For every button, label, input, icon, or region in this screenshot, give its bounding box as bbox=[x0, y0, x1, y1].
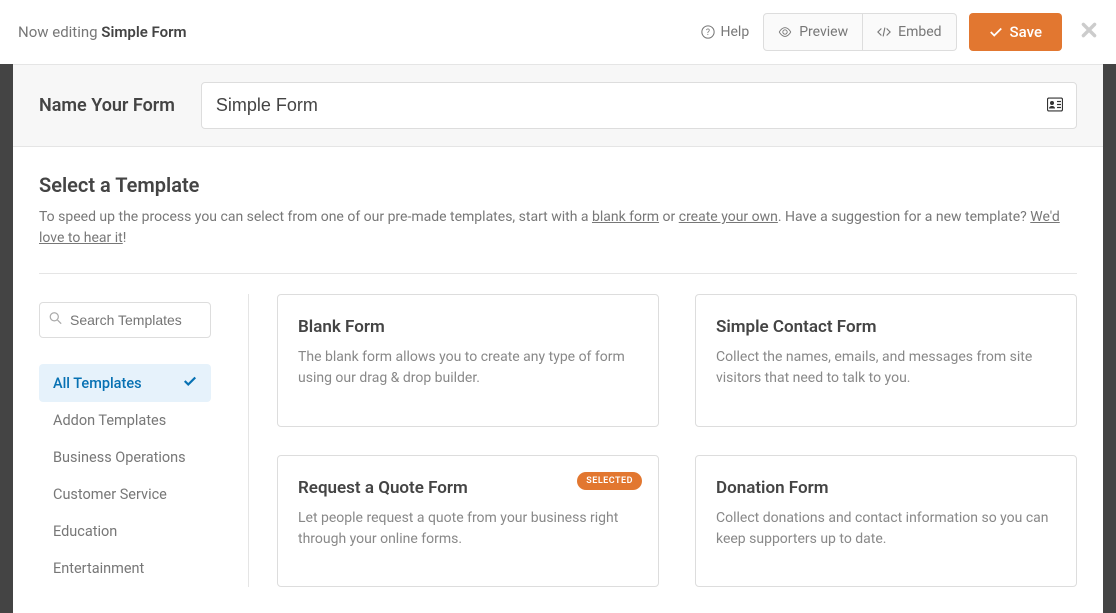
preview-button[interactable]: Preview bbox=[763, 13, 863, 51]
editing-prefix: Now editing bbox=[18, 23, 101, 41]
eye-icon bbox=[778, 25, 792, 39]
template-body: All Templates Addon Templates Business O… bbox=[39, 294, 1077, 587]
help-icon: ? bbox=[701, 25, 715, 39]
template-card-title: Simple Contact Form bbox=[716, 317, 1056, 337]
template-card-simple-contact[interactable]: Simple Contact Form Collect the names, e… bbox=[695, 294, 1077, 427]
svg-text:?: ? bbox=[705, 28, 709, 38]
name-input-wrap bbox=[201, 82, 1077, 129]
help-button[interactable]: ? Help bbox=[687, 14, 764, 50]
template-card-desc: The blank form allows you to create any … bbox=[298, 347, 638, 389]
desc-prefix: To speed up the process you can select f… bbox=[39, 209, 592, 225]
templates-grid: Blank Form The blank form allows you to … bbox=[249, 294, 1077, 587]
save-label: Save bbox=[1010, 23, 1042, 41]
template-sidebar: All Templates Addon Templates Business O… bbox=[39, 294, 249, 587]
help-label: Help bbox=[721, 24, 750, 40]
category-label: Business Operations bbox=[53, 449, 186, 466]
left-gutter bbox=[0, 64, 13, 544]
desc-suffix: . Have a suggestion for a new template? bbox=[778, 209, 1030, 225]
preview-label: Preview bbox=[799, 24, 848, 40]
create-own-link[interactable]: create your own bbox=[679, 209, 778, 225]
template-card-desc: Collect the names, emails, and messages … bbox=[716, 347, 1056, 389]
topbar: Now editing Simple Form ? Help Preview E… bbox=[0, 0, 1116, 64]
content-wrap: Name Your Form Select a Template To spee… bbox=[0, 64, 1116, 613]
category-label: Entertainment bbox=[53, 560, 144, 577]
category-customer-service[interactable]: Customer Service bbox=[39, 476, 211, 513]
search-wrap bbox=[39, 302, 248, 338]
category-addon-templates[interactable]: Addon Templates bbox=[39, 402, 211, 439]
category-label: Education bbox=[53, 523, 117, 540]
code-icon bbox=[877, 25, 891, 39]
category-all-templates[interactable]: All Templates bbox=[39, 364, 211, 402]
section-divider bbox=[39, 273, 1077, 274]
editing-status: Now editing Simple Form bbox=[18, 23, 687, 41]
main-panel: Name Your Form Select a Template To spee… bbox=[13, 64, 1103, 613]
category-label: Customer Service bbox=[53, 486, 167, 503]
close-button[interactable] bbox=[1080, 20, 1098, 45]
search-templates-input[interactable] bbox=[39, 302, 211, 338]
app-window: Now editing Simple Form ? Help Preview E… bbox=[0, 0, 1116, 529]
category-list: All Templates Addon Templates Business O… bbox=[39, 364, 248, 587]
embed-button[interactable]: Embed bbox=[863, 13, 956, 51]
form-name-input[interactable] bbox=[201, 82, 1077, 129]
check-icon bbox=[183, 374, 197, 392]
editing-form-name: Simple Form bbox=[101, 23, 186, 41]
category-label: All Templates bbox=[53, 375, 142, 392]
selected-badge: SELECTED bbox=[577, 472, 642, 490]
template-card-donation[interactable]: Donation Form Collect donations and cont… bbox=[695, 455, 1077, 588]
desc-or: or bbox=[659, 209, 679, 225]
contact-card-icon bbox=[1047, 96, 1063, 115]
category-business-operations[interactable]: Business Operations bbox=[39, 439, 211, 476]
name-form-section: Name Your Form bbox=[13, 64, 1103, 147]
topbar-actions: ? Help Preview Embed Save bbox=[687, 13, 1098, 51]
right-gutter bbox=[1103, 64, 1116, 544]
category-entertainment[interactable]: Entertainment bbox=[39, 550, 211, 587]
check-icon bbox=[989, 25, 1003, 39]
save-button[interactable]: Save bbox=[969, 13, 1062, 51]
category-education[interactable]: Education bbox=[39, 513, 211, 550]
blank-form-link[interactable]: blank form bbox=[592, 209, 659, 225]
close-icon bbox=[1080, 21, 1098, 39]
name-form-label: Name Your Form bbox=[39, 95, 175, 116]
template-section: Select a Template To speed up the proces… bbox=[13, 147, 1103, 613]
desc-end: ! bbox=[123, 230, 127, 246]
template-card-request-quote[interactable]: SELECTED Request a Quote Form Let people… bbox=[277, 455, 659, 588]
template-card-blank-form[interactable]: Blank Form The blank form allows you to … bbox=[277, 294, 659, 427]
template-section-desc: To speed up the process you can select f… bbox=[39, 207, 1077, 249]
embed-label: Embed bbox=[898, 24, 941, 40]
template-section-title: Select a Template bbox=[39, 173, 1077, 197]
template-card-title: Blank Form bbox=[298, 317, 638, 337]
search-icon bbox=[49, 312, 62, 329]
category-label: Addon Templates bbox=[53, 412, 166, 429]
template-card-title: Donation Form bbox=[716, 478, 1056, 498]
